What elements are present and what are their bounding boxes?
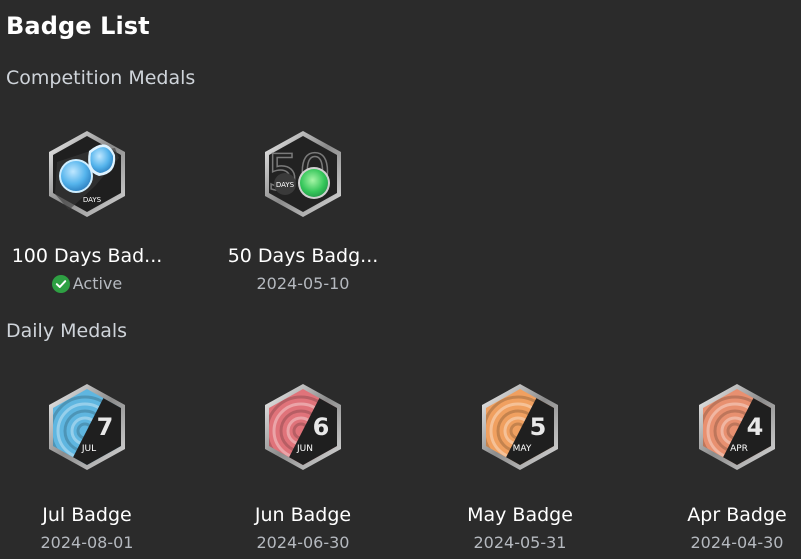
page-title: Badge List	[6, 12, 150, 40]
badge-name: Apr Badge	[687, 504, 787, 526]
medal-month: MAY	[513, 444, 532, 454]
badge-list-page: Badge List Competition Medals DAYS 100 D…	[0, 0, 801, 559]
jul-medal-icon: 7JUL	[49, 384, 125, 470]
medal-month: JUL	[81, 444, 96, 454]
badge-date: 2024-08-01	[40, 533, 134, 552]
section-title-competition: Competition Medals	[6, 67, 196, 89]
badge-status: Active	[0, 273, 177, 299]
section-title-daily: Daily Medals	[6, 320, 128, 342]
medal-month: APR	[730, 444, 748, 454]
jun-medal-icon: 6JUN	[265, 384, 341, 470]
badge-card-apr[interactable]: 4 APR Apr Badge 2024-04-30	[647, 381, 801, 554]
badge-name: May Badge	[467, 504, 573, 526]
medal-number: 5	[530, 413, 547, 441]
fifty-days-badge-icon: 50 DAYS	[265, 131, 341, 217]
hundred-days-badge-icon: DAYS	[49, 131, 125, 217]
medal-number: 4	[747, 413, 764, 441]
badge-card-jul[interactable]: 7 JUL Jul Badge 2024-08-01	[0, 381, 177, 554]
badge-card-may[interactable]: 5 MAY May Badge 2024-05-31	[430, 381, 610, 554]
badge-date: 2024-05-10	[256, 274, 350, 293]
badge-days-label: DAYS	[83, 196, 102, 204]
badge-card-100-days[interactable]: DAYS 100 Days Bad... Active	[0, 128, 177, 299]
badge-date: 2024-05-31	[473, 533, 567, 552]
badge-name: Jun Badge	[254, 504, 352, 526]
badge-days-label: DAYS	[276, 181, 295, 189]
medal-number: 7	[97, 413, 114, 441]
medal-number: 6	[313, 413, 330, 441]
may-medal-icon: 5 MAY	[482, 384, 558, 470]
badge-name: Jul Badge	[42, 504, 132, 526]
badge-date: 2024-06-30	[256, 533, 350, 552]
badge-name: 50 Days Badg...	[227, 245, 379, 267]
status-text: Active	[72, 274, 123, 293]
badge-date: 2024-04-30	[690, 533, 784, 552]
medal-month: JUN	[296, 444, 313, 454]
badge-card-50-days[interactable]: 50 DAYS 50 Days Badg... 2024-05-10	[213, 128, 393, 295]
badge-card-jun[interactable]: 6 JUN Jun Badge 2024-06-30	[213, 381, 393, 554]
apr-medal-icon: 4 APR	[699, 384, 775, 470]
check-circle-icon	[51, 275, 70, 293]
badge-name: 100 Days Bad...	[11, 245, 163, 267]
